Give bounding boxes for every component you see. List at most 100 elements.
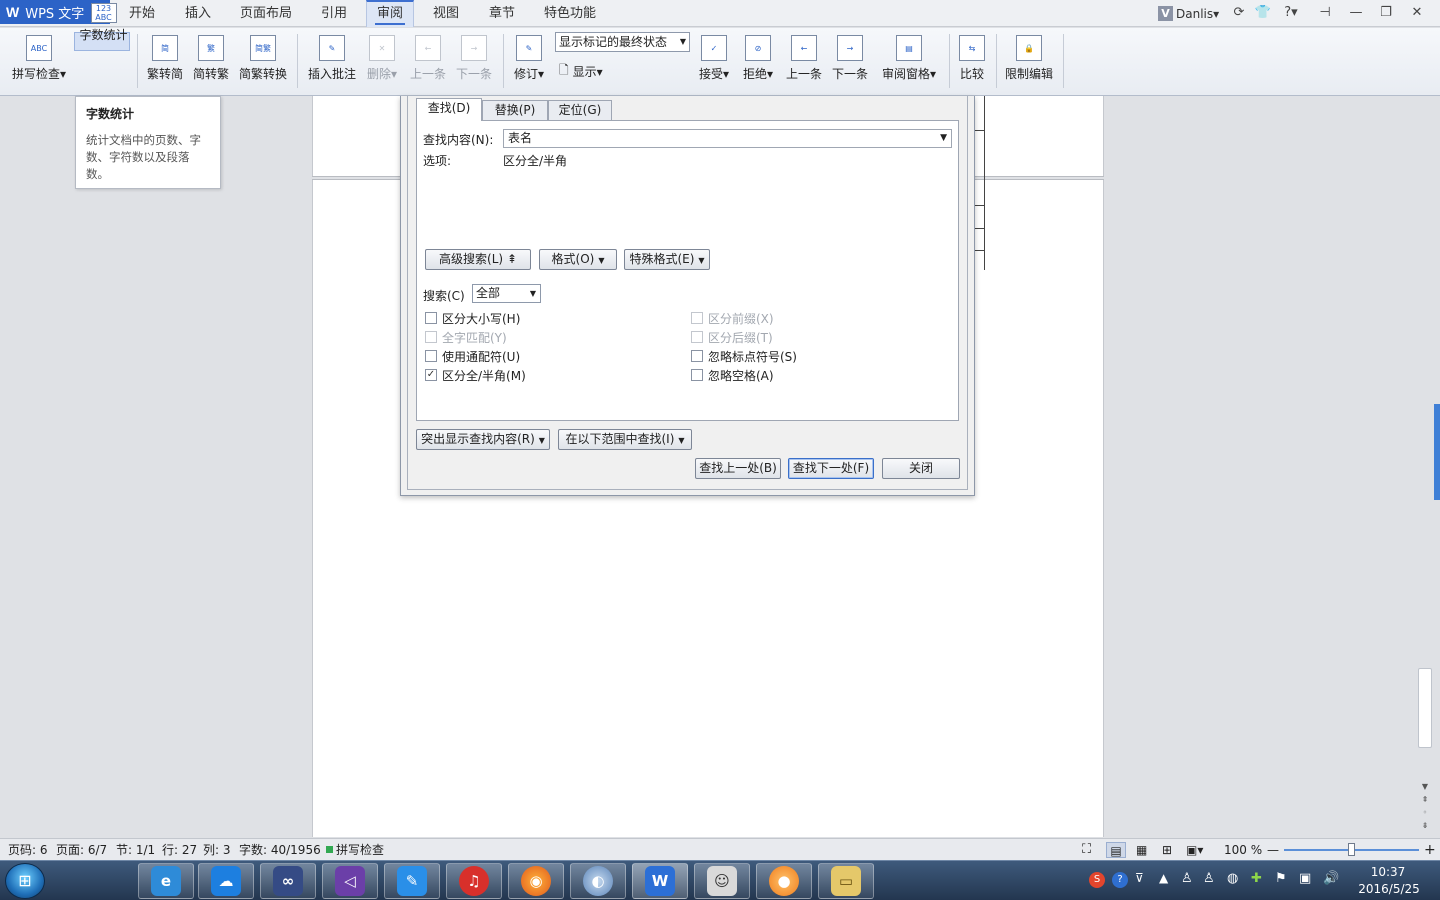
option-checkbox[interactable]: 忽略空格(A)	[691, 367, 774, 383]
taskbar-app-remote[interactable]: ◐	[570, 863, 626, 899]
qq-icon[interactable]: ♙	[1181, 871, 1193, 886]
pin-icon[interactable]: ⊽	[1135, 871, 1144, 885]
accept-button[interactable]: ✓ 接受▾	[694, 32, 734, 88]
clock-date[interactable]: 2016/5/25	[1351, 882, 1427, 896]
review-pane-button[interactable]: ▤ 审阅窗格▾	[876, 32, 942, 88]
revise-button[interactable]: ✎ 修订▾	[508, 32, 550, 88]
restrict-editing-button[interactable]: 🔒 限制编辑	[1000, 32, 1058, 88]
clock-time[interactable]: 10:37	[1355, 865, 1421, 879]
zoom-slider-thumb[interactable]	[1348, 843, 1355, 856]
search-direction-select[interactable]: 全部 ▼	[472, 284, 541, 303]
shield-icon[interactable]: ✚	[1251, 871, 1262, 886]
tab-view[interactable]: 视图	[422, 0, 470, 27]
markup-state-select[interactable]: 显示标记的最终状态 ▼	[555, 32, 690, 52]
taskbar-app-visual-studio[interactable]: ◁	[322, 863, 378, 899]
highlight-find-button[interactable]: 突出显示查找内容(R) ▼	[416, 429, 550, 450]
taskbar-app-firefox[interactable]: ◉	[508, 863, 564, 899]
taskbar-app-people[interactable]: ☺	[694, 863, 750, 899]
chevron-down-icon[interactable]: ▼	[940, 130, 947, 147]
tab-page-layout[interactable]: 页面布局	[232, 0, 300, 27]
fullscreen-icon[interactable]: ⛶	[1082, 842, 1091, 858]
taskbar-app-music[interactable]: ♫	[446, 863, 502, 899]
next-change-button[interactable]: → 下一条	[828, 32, 872, 88]
side-panel-toggle[interactable]	[1434, 404, 1440, 500]
delete-comment-button[interactable]: ✕ 删除▾	[362, 32, 402, 88]
pin-icon[interactable]: ⊣	[1314, 4, 1336, 22]
status-spell-check[interactable]: 拼写检查	[336, 842, 384, 858]
option-checkbox[interactable]: 使用通配符(U)	[425, 348, 520, 364]
checkbox-icon[interactable]	[691, 369, 703, 381]
sync-icon[interactable]: ⟳	[1230, 4, 1248, 22]
convert-button[interactable]: 简繁 简繁转换	[235, 32, 291, 88]
show-markup-button[interactable]: 🗋 显示▾	[559, 62, 603, 80]
start-button[interactable]: ⊞	[5, 863, 45, 899]
scroll-nav-icons[interactable]: ▼ ⇞ ◦ ⇟	[1419, 780, 1431, 832]
taskbar-app-browser[interactable]: e	[138, 863, 194, 899]
trad-to-simp-button[interactable]: 简 繁转简	[143, 32, 187, 88]
page-view-icon[interactable]: ▤	[1106, 842, 1126, 858]
reading-view-icon[interactable]: ▣▾	[1186, 842, 1203, 858]
option-checkbox[interactable]: 区分大小写(H)	[425, 310, 520, 326]
taskbar-app-orange[interactable]: ●	[756, 863, 812, 899]
taskbar-app-notes[interactable]: ✎	[384, 863, 440, 899]
tab-replace[interactable]: 替换(P)	[482, 100, 548, 120]
chevron-up-icon[interactable]: ▲	[1159, 871, 1168, 885]
checkbox-icon[interactable]	[425, 350, 437, 362]
user-account[interactable]: V Danlis▾	[1158, 5, 1219, 22]
advanced-search-button[interactable]: 高级搜索(L) ⇞	[425, 249, 531, 270]
taskbar-app-photos[interactable]	[64, 863, 108, 899]
taskbar-app-cloud[interactable]: ☁	[198, 863, 254, 899]
scrollbar-thumb[interactable]	[1418, 668, 1432, 748]
help-icon[interactable]: ?▾	[1278, 4, 1304, 22]
special-format-button[interactable]: 特殊格式(E) ▼	[624, 249, 710, 270]
find-input[interactable]: 表名 ▼	[503, 129, 952, 148]
maximize-icon[interactable]: ❐	[1374, 4, 1398, 22]
tab-review[interactable]: 审阅	[366, 0, 414, 27]
zoom-in-button[interactable]: +	[1424, 842, 1436, 858]
find-previous-button[interactable]: 查找上一处(B)	[695, 458, 781, 479]
zoom-level[interactable]: 100 %	[1224, 842, 1262, 858]
find-in-scope-button[interactable]: 在以下范围中查找(I) ▼	[558, 429, 692, 450]
outline-view-icon[interactable]: ▦	[1136, 842, 1147, 858]
close-icon[interactable]: ✕	[1405, 4, 1429, 22]
close-button[interactable]: 关闭	[882, 458, 960, 479]
checkbox-icon[interactable]	[425, 312, 437, 324]
tab-features[interactable]: 特色功能	[536, 0, 604, 27]
prev-comment-button[interactable]: ← 上一条	[406, 32, 450, 88]
checkbox-icon[interactable]	[691, 350, 703, 362]
tab-goto[interactable]: 定位(G)	[548, 100, 612, 120]
skin-icon[interactable]: 👕	[1254, 4, 1272, 22]
minimize-icon[interactable]: —	[1344, 4, 1368, 22]
word-count-button[interactable]: 123 ABC 字数统计	[74, 3, 130, 51]
status-word-count[interactable]: 字数: 40/1956	[239, 842, 321, 858]
insert-comment-button[interactable]: ✎ 插入批注	[304, 32, 360, 88]
tab-find[interactable]: 查找(D)	[416, 98, 482, 121]
tab-home[interactable]: 开始	[118, 0, 166, 27]
globe-icon[interactable]: ◍	[1227, 871, 1238, 886]
flag-icon[interactable]: ⚑	[1275, 871, 1287, 886]
format-button[interactable]: 格式(O) ▼	[539, 249, 617, 270]
network-icon[interactable]: ▣	[1299, 871, 1311, 886]
volume-icon[interactable]: 🔊	[1323, 871, 1339, 886]
spell-check-button[interactable]: ABC 拼写检查▾	[6, 32, 72, 88]
sogou-icon[interactable]: S	[1089, 872, 1105, 888]
simp-to-trad-button[interactable]: 繁 简转繁	[189, 32, 233, 88]
prev-change-button[interactable]: ← 上一条	[782, 32, 826, 88]
option-checkbox[interactable]: ✓ 区分全/半角(M)	[425, 367, 526, 383]
help-icon[interactable]: ?	[1112, 872, 1128, 888]
qq-icon[interactable]: ♙	[1203, 871, 1215, 886]
tab-references[interactable]: 引用	[310, 0, 358, 27]
option-checkbox[interactable]: 忽略标点符号(S)	[691, 348, 797, 364]
tab-insert[interactable]: 插入	[174, 0, 222, 27]
tab-chapter[interactable]: 章节	[478, 0, 526, 27]
reject-button[interactable]: ⊘ 拒绝▾	[738, 32, 778, 88]
taskbar-app-wps[interactable]: W	[632, 863, 688, 899]
checkbox-checked-icon[interactable]: ✓	[425, 369, 437, 381]
taskbar-app-explorer[interactable]: ▭	[818, 863, 874, 899]
compare-button[interactable]: ⇆ 比较	[954, 32, 990, 88]
zoom-out-button[interactable]: —	[1267, 842, 1279, 858]
taskbar-app-infinity[interactable]: ∞	[260, 863, 316, 899]
web-view-icon[interactable]: ⊞	[1162, 842, 1172, 858]
find-next-button[interactable]: 查找下一处(F)	[788, 458, 874, 479]
next-comment-button[interactable]: → 下一条	[452, 32, 496, 88]
